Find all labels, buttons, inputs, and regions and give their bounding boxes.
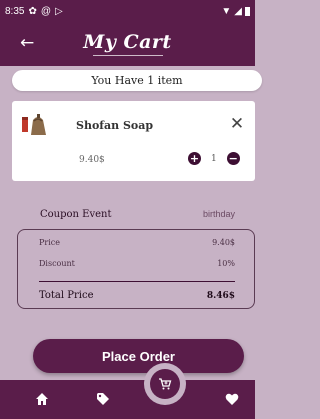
cart-icon [159, 378, 172, 390]
product-name: Shofan Soap [76, 119, 154, 132]
settings-icon: ✿ [28, 5, 37, 17]
order-summary: Price 9.40$ Discount 10% Total Price 8.4… [17, 229, 255, 309]
place-order-button[interactable]: Place Order [33, 339, 244, 373]
remove-item-button[interactable]: ✕ [229, 115, 245, 133]
discount-label: Discount [39, 259, 75, 268]
app-header: ← My Cart [0, 22, 255, 66]
summary-divider [39, 281, 235, 282]
product-price: 9.40$ [79, 155, 105, 165]
price-label: Price [39, 238, 60, 247]
status-time: 8:35 [5, 5, 25, 17]
item-count-banner: You Have 1 item [12, 70, 262, 91]
home-icon[interactable] [35, 392, 49, 406]
coupon-code: birthday [202, 209, 235, 219]
bottom-nav [0, 380, 255, 419]
close-icon: ✕ [229, 114, 245, 134]
price-value: 9.40$ [212, 238, 235, 247]
place-order-label: Place Order [102, 348, 175, 364]
page-title: My Cart [83, 31, 172, 53]
product-image [22, 114, 46, 135]
coupon-label: Coupon Event [40, 209, 112, 220]
increase-quantity-button[interactable]: + [188, 152, 201, 165]
decrease-quantity-button[interactable]: − [226, 152, 240, 165]
title-underline [93, 55, 163, 56]
total-value: 8.46$ [206, 291, 235, 301]
at-icon: @ [40, 5, 52, 17]
coupon-row[interactable]: Coupon Event birthday [40, 209, 235, 220]
battery-icon [245, 6, 250, 16]
price-row: Price 9.40$ [39, 238, 235, 247]
wifi-icon: ▼ [221, 5, 232, 17]
tag-icon[interactable] [96, 392, 110, 406]
discount-value: 10% [217, 259, 235, 268]
play-icon: ▷ [55, 5, 63, 17]
discount-row: Discount 10% [39, 259, 235, 268]
status-bar: 8:35 ✿ @ ▷ ▼ ◢ [0, 0, 255, 22]
signal-icon: ◢ [234, 5, 242, 17]
plus-icon: + [189, 152, 200, 165]
total-row: Total Price 8.46$ [39, 290, 235, 301]
total-label: Total Price [39, 290, 94, 301]
nav-cart-button[interactable] [150, 369, 180, 399]
minus-icon: − [228, 152, 238, 165]
quantity-stepper: + 1 − [188, 152, 240, 165]
item-count-text: You Have 1 item [91, 74, 183, 87]
cart-item-card: Shofan Soap ✕ 9.40$ + 1 − [12, 101, 255, 181]
quantity-value: 1 [211, 153, 217, 164]
heart-icon[interactable] [225, 392, 239, 406]
